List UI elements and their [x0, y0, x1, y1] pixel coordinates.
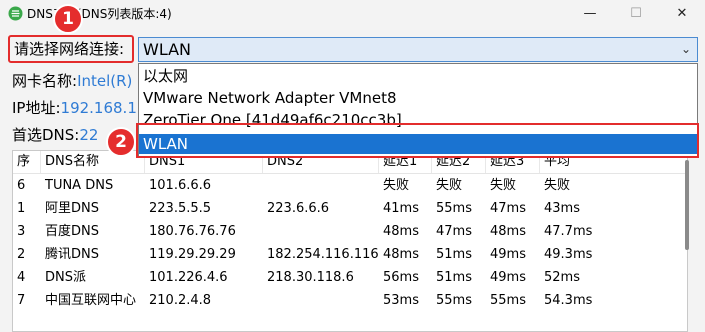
nic-row: 网卡名称:Intel(R)	[12, 70, 132, 91]
cell-dns2: 182.254.116.116	[267, 247, 379, 262]
dns-row: 首选DNS:22	[12, 124, 98, 145]
cell-name: DNS派	[45, 270, 86, 285]
cell-average: 47.7ms	[544, 224, 593, 239]
cell-name: 阿里DNS	[45, 201, 99, 216]
table-row[interactable]: 3 百度DNS 180.76.76.76 48ms 47ms 48ms 47.7ms	[13, 220, 687, 243]
maximize-button[interactable]: ☐	[613, 0, 659, 27]
cell-latency3: 47ms	[490, 201, 526, 216]
col-header-index[interactable]: 序	[13, 151, 41, 173]
dropdown-option[interactable]: 以太网	[139, 66, 697, 86]
connection-label: 请选择网络连接:	[8, 35, 134, 63]
step-marker-1: 1	[53, 4, 83, 34]
highlight-box	[136, 123, 699, 158]
cell-index: 2	[17, 247, 26, 262]
dns-table: 序 DNS名称 DNS1 DNS2 延迟1 延迟2 延迟3 平均 6 TUNA D…	[12, 150, 688, 332]
cell-latency1: 48ms	[383, 247, 419, 262]
cell-average: 54.3ms	[544, 293, 593, 308]
scrollbar-thumb[interactable]	[685, 160, 689, 250]
cell-dns1: 223.5.5.5	[149, 201, 212, 216]
cell-dns1: 101.226.4.6	[149, 270, 228, 285]
step-marker-2: 2	[106, 127, 136, 157]
cell-latency3: 49ms	[490, 270, 526, 285]
table-row[interactable]: 4 DNS派 101.226.4.6 218.30.118.6 56ms 51ms 49ms…	[13, 266, 687, 289]
cell-dns2	[263, 289, 379, 312]
cell-dns2	[263, 220, 379, 243]
ip-label: IP地址:	[12, 99, 61, 117]
cell-index: 4	[17, 270, 26, 285]
table-row[interactable]: 7 中国互联网中心 210.2.4.8 53ms 55ms 55ms 54.3ms	[13, 289, 687, 312]
cell-average: 43ms	[544, 201, 580, 216]
cell-latency3: 55ms	[490, 293, 526, 308]
connection-selected-value: WLAN	[143, 40, 192, 59]
nic-value: Intel(R)	[77, 72, 133, 90]
cell-average: 52ms	[544, 270, 580, 285]
close-icon: ✕	[676, 6, 688, 21]
dropdown-option[interactable]: VMware Network Adapter VMnet8	[139, 88, 697, 108]
cell-dns1: 101.6.6.6	[149, 178, 212, 193]
table-row[interactable]: 1 阿里DNS 223.5.5.5 223.6.6.6 41ms 55ms 47ms 43ms	[13, 197, 687, 220]
cell-average: 失败	[544, 178, 571, 193]
cell-dns2: 218.30.118.6	[267, 270, 354, 285]
table-row[interactable]: 2 腾讯DNS 119.29.29.29 182.254.116.116 48ms 51m…	[13, 243, 687, 266]
cell-name: TUNA DNS	[45, 178, 114, 193]
minimize-button[interactable]: —	[567, 0, 613, 27]
cell-index: 3	[17, 224, 26, 239]
dns-label: 首选DNS:	[12, 126, 80, 144]
dns-value: 22	[79, 126, 99, 144]
cell-latency2: 51ms	[436, 270, 472, 285]
cell-name: 百度DNS	[45, 224, 99, 239]
cell-latency2: 失败	[436, 178, 463, 193]
cell-latency2: 51ms	[436, 247, 472, 262]
cell-dns1: 119.29.29.29	[149, 247, 236, 262]
cell-latency3: 失败	[490, 178, 517, 193]
ip-value: 192.168.1	[60, 99, 137, 117]
cell-name: 腾讯DNS	[45, 247, 99, 262]
close-button[interactable]: ✕	[659, 0, 705, 27]
cell-latency2: 55ms	[436, 201, 472, 216]
minimize-icon: —	[583, 6, 597, 21]
cell-latency3: 49ms	[490, 247, 526, 262]
cell-latency1: 41ms	[383, 201, 419, 216]
cell-index: 6	[17, 178, 26, 193]
cell-index: 1	[17, 201, 26, 216]
maximize-icon: ☐	[630, 6, 642, 21]
connection-select[interactable]: WLAN ⌄	[138, 37, 698, 62]
cell-dns2: 223.6.6.6	[267, 201, 330, 216]
cell-index: 7	[17, 293, 26, 308]
cell-latency2: 47ms	[436, 224, 472, 239]
nic-label: 网卡名称:	[12, 72, 78, 90]
window-title: DNS工具(DNS列表版本:4)	[27, 7, 172, 21]
cell-average: 49.3ms	[544, 247, 593, 262]
cell-dns1: 210.2.4.8	[149, 293, 212, 308]
cell-dns1: 180.76.76.76	[149, 224, 236, 239]
cell-dns2	[263, 174, 379, 197]
cell-latency1: 失败	[383, 178, 410, 193]
cell-latency3: 48ms	[490, 224, 526, 239]
cell-latency1: 56ms	[383, 270, 419, 285]
cell-latency1: 53ms	[383, 293, 419, 308]
table-row[interactable]: 6 TUNA DNS 101.6.6.6 失败 失败 失败 失败	[13, 174, 687, 197]
cell-name: 中国互联网中心	[45, 293, 137, 308]
ip-row: IP地址:192.168.1	[12, 97, 137, 118]
cell-latency1: 48ms	[383, 224, 419, 239]
cell-latency2: 55ms	[436, 293, 472, 308]
app-icon	[8, 6, 23, 21]
chevron-down-icon[interactable]: ⌄	[681, 38, 691, 61]
